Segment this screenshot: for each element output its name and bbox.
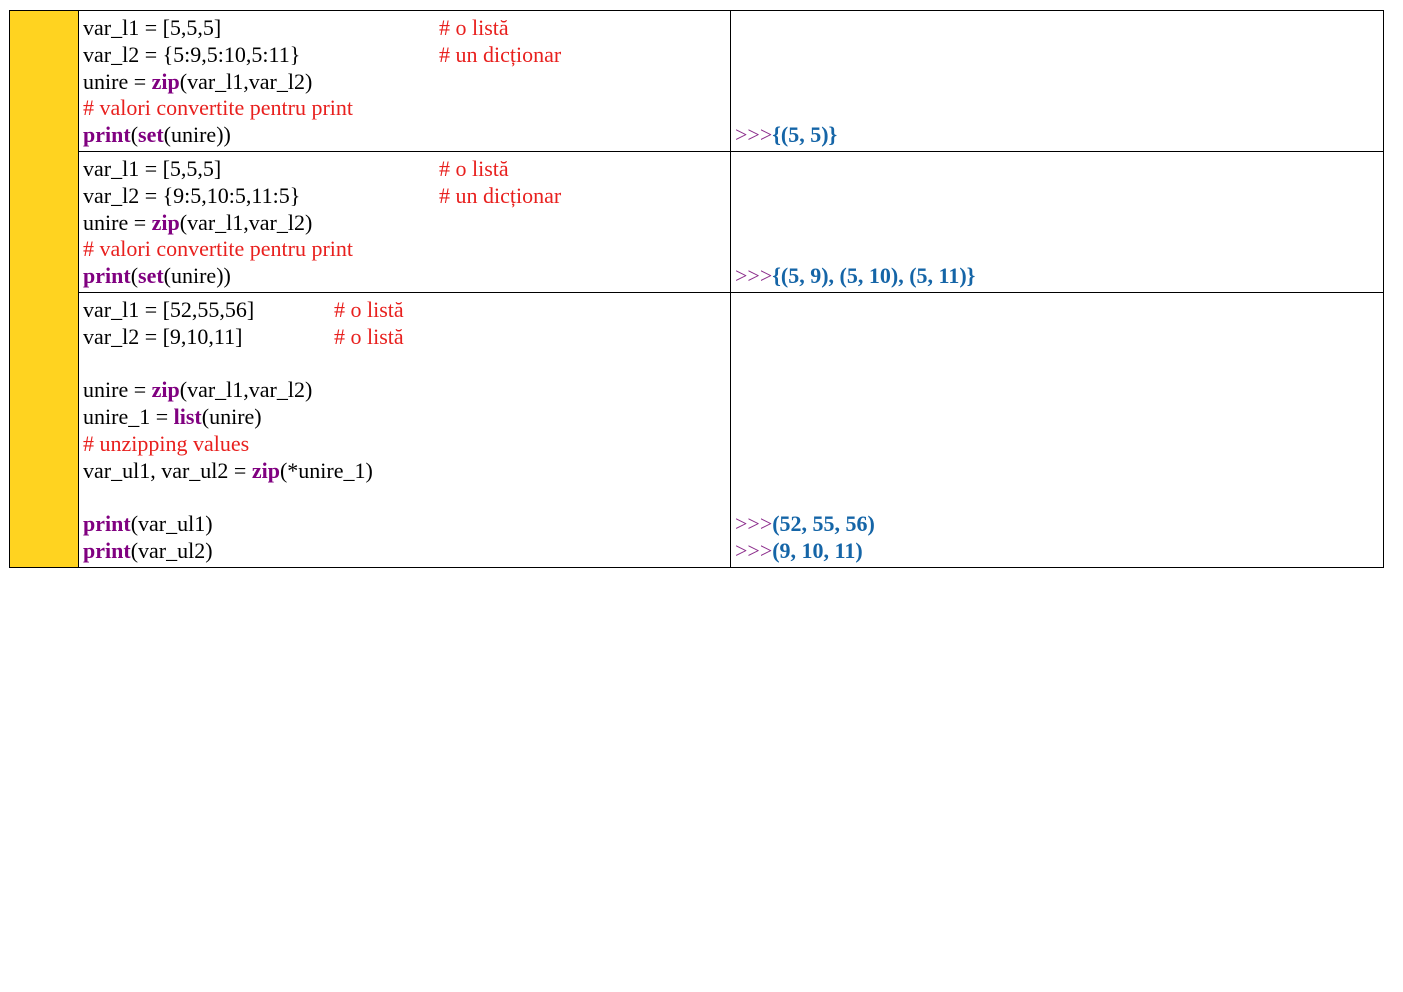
code-comment: # valori convertite pentru print <box>83 95 354 121</box>
code-text: unire_1 = <box>83 404 174 430</box>
output-prompt: >>> <box>735 511 773 537</box>
code-line: unire = zip(var_l1,var_l2) <box>83 377 730 404</box>
code-text: unire = <box>83 68 152 94</box>
code-keyword: zip <box>151 68 180 94</box>
code-text: (*unire_1) <box>279 457 373 483</box>
code-text: var_l1 = [5,5,5] <box>83 155 222 181</box>
code-cell: var_l1 = [5,5,5] # o listă var_l2 = {5:9,5… <box>78 10 731 152</box>
output-prompt: >>> <box>735 538 773 564</box>
output-line: >>>(52, 55, 56) <box>735 511 875 538</box>
code-line: var_ul1, var_ul2 = zip(*unire_1) <box>83 458 730 485</box>
code-block: var_l1 = [5,5,5] # o listă var_l2 = {5:9,5… <box>79 11 730 151</box>
code-comment: # valori convertite pentru print <box>83 236 354 262</box>
code-keyword: zip <box>151 377 180 403</box>
code-line: print(var_ul2) <box>83 538 730 565</box>
code-text: unire = <box>83 209 152 235</box>
example-row-1: var_l1 = [5,5,5] # o listă var_l2 = {5:9,5… <box>9 10 1384 568</box>
code-text: ( <box>130 263 139 289</box>
code-text: (var_l1,var_l2) <box>179 68 313 94</box>
code-text: unire = <box>83 377 152 403</box>
output-value: (52, 55, 56) <box>772 511 875 537</box>
code-text: (var_ul1) <box>130 511 213 537</box>
code-line: # valori convertite pentru print <box>83 95 730 122</box>
code-keyword: print <box>83 511 131 537</box>
code-text: var_l1 = [5,5,5] <box>83 15 222 40</box>
code-line: print(set(unire)) <box>83 263 730 290</box>
code-line: unire = zip(var_l1,var_l2) <box>83 210 730 237</box>
code-block: var_l1 = [5,5,5] # o listă var_l2 = {9:5,1… <box>79 152 730 292</box>
code-line: print(var_ul1) <box>83 511 730 538</box>
code-text: (var_l1,var_l2) <box>179 209 313 235</box>
output-value: (9, 10, 11) <box>772 538 863 564</box>
code-line: unire_1 = list(unire) <box>83 404 730 431</box>
code-example-table: var_l1 = [5,5,5] # o listă var_l2 = {5:9,5… <box>9 10 1384 568</box>
code-line: var_l1 = [5,5,5] # o listă <box>83 15 730 42</box>
code-keyword: print <box>83 263 131 289</box>
code-keyword: set <box>138 122 164 148</box>
output-prompt: >>> <box>735 122 773 148</box>
output-line: >>>{(5, 9), (5, 10), (5, 11)} <box>735 263 975 290</box>
example-row-2: var_l1 = [5,5,5] # o listă var_l2 = {9:5,1… <box>10 150 1384 293</box>
inline-comment: # o listă <box>439 15 509 40</box>
output-value: {(5, 9), (5, 10), (5, 11)} <box>772 263 976 289</box>
code-line: print(set(unire)) <box>83 122 730 149</box>
output-cell: >>>(52, 55, 56) >>>(9, 10, 11) <box>730 291 1384 568</box>
code-keyword: set <box>138 263 164 289</box>
code-text: var_l2 = {5:9,5:10,5:11} <box>83 41 301 67</box>
output-line: >>>(9, 10, 11) <box>735 538 863 565</box>
inline-comment: # un dicționar <box>439 182 562 208</box>
output-line: >>>{(5, 5)} <box>735 122 837 149</box>
code-line: # valori convertite pentru print <box>83 236 730 263</box>
code-text: (var_ul2) <box>130 538 213 564</box>
code-text: var_ul1, var_ul2 = <box>83 457 252 483</box>
code-text: var_l2 = {9:5,10:5,11:5} <box>83 182 301 208</box>
code-cell: var_l1 = [5,5,5] # o listă var_l2 = {9:5,1… <box>78 150 731 293</box>
code-keyword: zip <box>151 209 180 235</box>
code-line: var_l1 = [52,55,56] # o listă <box>83 297 730 324</box>
yellow-side-bar <box>9 10 79 568</box>
code-line: # unzipping values <box>83 431 730 458</box>
code-cell: var_l1 = [52,55,56] # o listă var_l2 = [9,… <box>78 291 731 568</box>
code-text: ( <box>130 122 139 148</box>
example-row-3: var_l1 = [52,55,56] # o listă var_l2 = [9,… <box>10 291 1384 568</box>
code-text: var_l2 = [9,10,11] <box>83 323 243 349</box>
code-text: (unire)) <box>163 263 231 289</box>
output-cell: >>>{(5, 9), (5, 10), (5, 11)} <box>730 150 1384 293</box>
inline-comment: # un dicționar <box>439 41 562 67</box>
inline-comment: # o listă <box>334 323 404 349</box>
code-line: var_l2 = {9:5,10:5,11:5} # un dicționar <box>83 183 730 210</box>
code-text: (var_l1,var_l2) <box>179 377 313 403</box>
code-line: var_l2 = [9,10,11] # o listă <box>83 324 730 351</box>
code-comment: # unzipping values <box>83 430 250 456</box>
code-text: (unire)) <box>163 122 231 148</box>
code-text: (unire) <box>201 404 262 430</box>
code-text: var_l1 = [52,55,56] <box>83 296 255 322</box>
output-cell: >>>{(5, 5)} <box>730 10 1384 152</box>
code-keyword: zip <box>251 457 280 483</box>
output-prompt: >>> <box>735 263 773 289</box>
code-line: var_l2 = {5:9,5:10,5:11} # un dicționar <box>83 42 730 69</box>
code-keyword: print <box>83 538 131 564</box>
inline-comment: # o listă <box>334 296 404 322</box>
code-line: unire = zip(var_l1,var_l2) <box>83 69 730 96</box>
code-line: var_l1 = [5,5,5] # o listă <box>83 156 730 183</box>
code-keyword: print <box>83 122 131 148</box>
code-keyword: list <box>173 404 202 430</box>
code-block: var_l1 = [52,55,56] # o listă var_l2 = [9,… <box>79 293 730 567</box>
output-value: {(5, 5)} <box>772 122 838 148</box>
inline-comment: # o listă <box>439 155 509 181</box>
